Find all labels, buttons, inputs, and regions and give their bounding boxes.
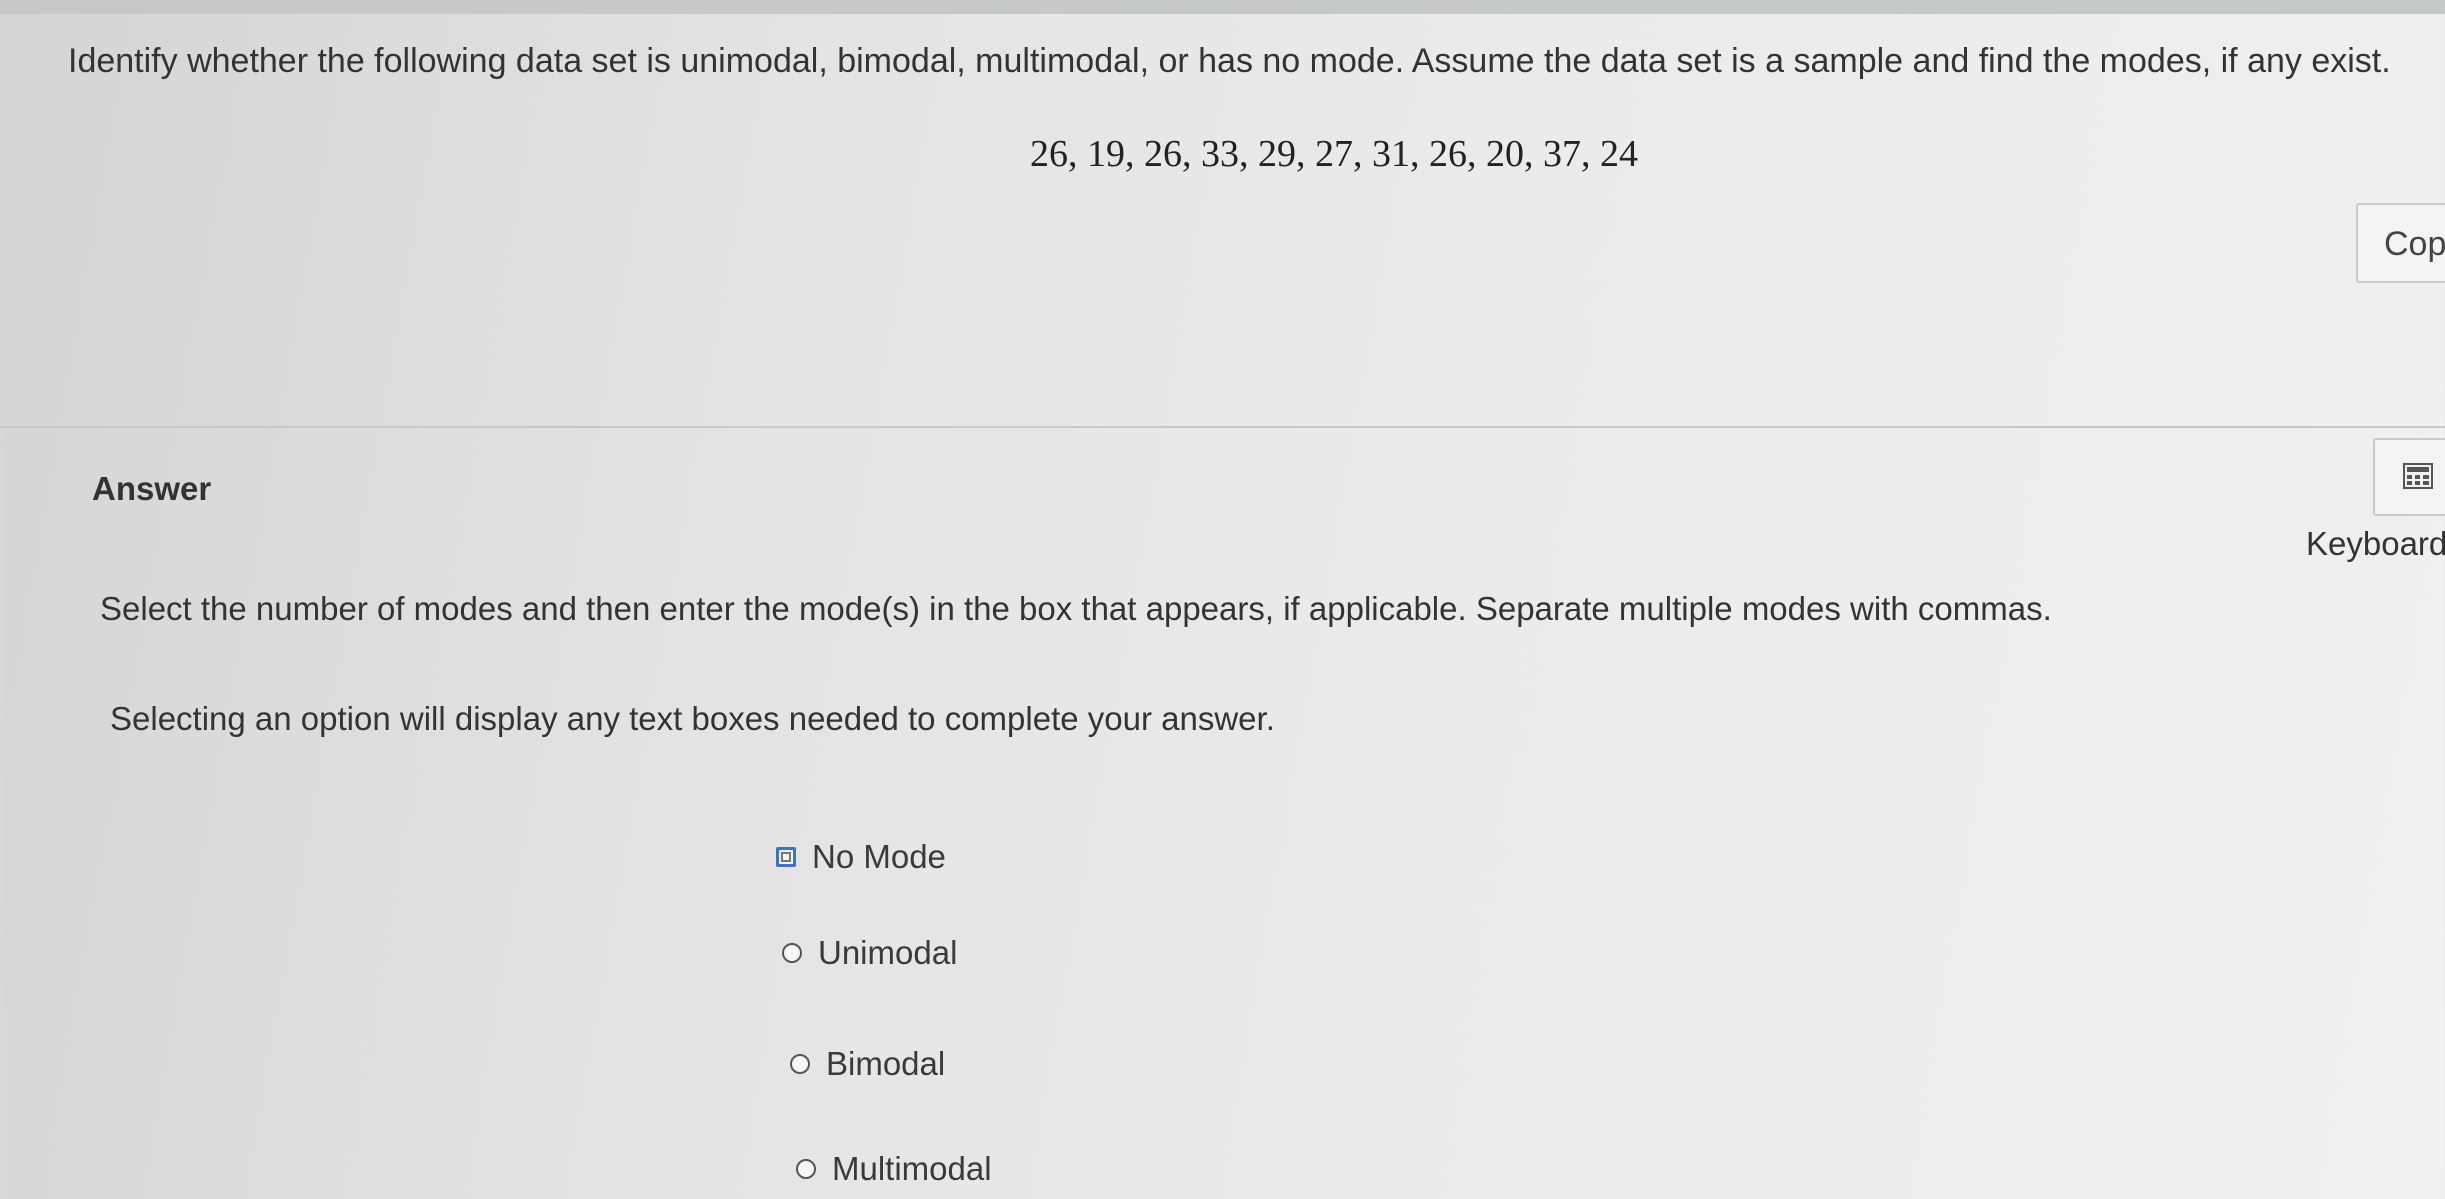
answer-heading: Answer	[92, 470, 212, 507]
option-unimodal[interactable]: Unimodal	[782, 934, 957, 972]
option-label: Multimodal	[832, 1150, 992, 1187]
data-set: 26, 19, 26, 33, 29, 27, 31, 26, 20, 37, …	[1030, 133, 1638, 175]
radio-multimodal[interactable]	[796, 1159, 816, 1179]
top-edge	[0, 0, 2445, 14]
radio-unimodal[interactable]	[782, 943, 802, 963]
copy-button[interactable]: Copy	[2356, 203, 2445, 283]
option-label: Unimodal	[818, 934, 958, 971]
option-label: No Mode	[812, 838, 946, 875]
option-no-mode[interactable]: No Mode	[776, 838, 946, 876]
radio-bimodal[interactable]	[790, 1054, 810, 1074]
question-panel: Identify whether the following data set …	[0, 14, 2445, 428]
answer-hint: Selecting an option will display any tex…	[110, 700, 1275, 737]
option-label: Bimodal	[826, 1045, 946, 1082]
option-bimodal[interactable]: Bimodal	[790, 1045, 945, 1083]
option-multimodal[interactable]: Multimodal	[796, 1150, 992, 1188]
answer-instruction: Select the number of modes and then ente…	[100, 590, 2052, 627]
radio-no-mode[interactable]	[776, 847, 796, 867]
question-prompt: Identify whether the following data set …	[68, 42, 2391, 80]
keyboard-label: Keyboard	[2306, 525, 2445, 562]
keyboard-icon	[2403, 462, 2433, 492]
keyboard-button[interactable]	[2373, 438, 2445, 516]
